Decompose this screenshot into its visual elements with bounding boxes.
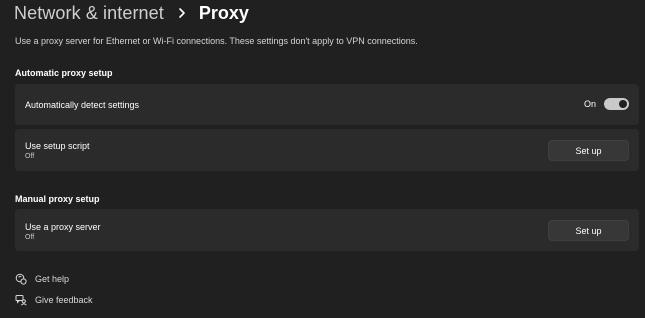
help-icon	[15, 273, 27, 285]
setup-script-setup-button[interactable]: Set up	[548, 140, 629, 161]
auto-detect-settings-card: Automatically detect settings On	[15, 84, 639, 125]
setup-script-label: Use setup script	[25, 141, 90, 151]
setup-script-status: Off	[25, 153, 35, 160]
give-feedback-link[interactable]: Give feedback	[15, 294, 93, 306]
auto-detect-toggle[interactable]	[604, 98, 629, 110]
get-help-label: Get help	[35, 274, 70, 284]
proxy-settings-page: Network & internet Proxy Use a proxy ser…	[0, 0, 645, 318]
get-help-link[interactable]: Get help	[15, 273, 69, 285]
toggle-knob	[619, 100, 627, 108]
proxy-server-card: Use a proxy server Off Set up	[15, 209, 639, 251]
feedback-icon	[15, 295, 27, 306]
page-title: Proxy	[198, 2, 249, 23]
toggle-state-label: On	[583, 99, 596, 109]
auto-detect-label: Automatically detect settings	[25, 100, 140, 110]
setup-script-card: Use setup script Off Set up	[15, 129, 639, 171]
page-description: Use a proxy server for Ethernet or Wi-Fi…	[15, 36, 418, 46]
give-feedback-label: Give feedback	[35, 295, 93, 305]
proxy-server-status: Off	[25, 234, 35, 241]
chevron-right-icon	[179, 8, 185, 18]
proxy-server-label: Use a proxy server	[25, 222, 101, 232]
breadcrumb-network-internet[interactable]: Network & internet	[14, 3, 164, 24]
breadcrumb: Network & internet Proxy	[14, 0, 249, 26]
proxy-server-setup-button[interactable]: Set up	[548, 220, 629, 241]
automatic-proxy-heading: Automatic proxy setup	[15, 68, 113, 78]
manual-proxy-heading: Manual proxy setup	[15, 194, 100, 204]
